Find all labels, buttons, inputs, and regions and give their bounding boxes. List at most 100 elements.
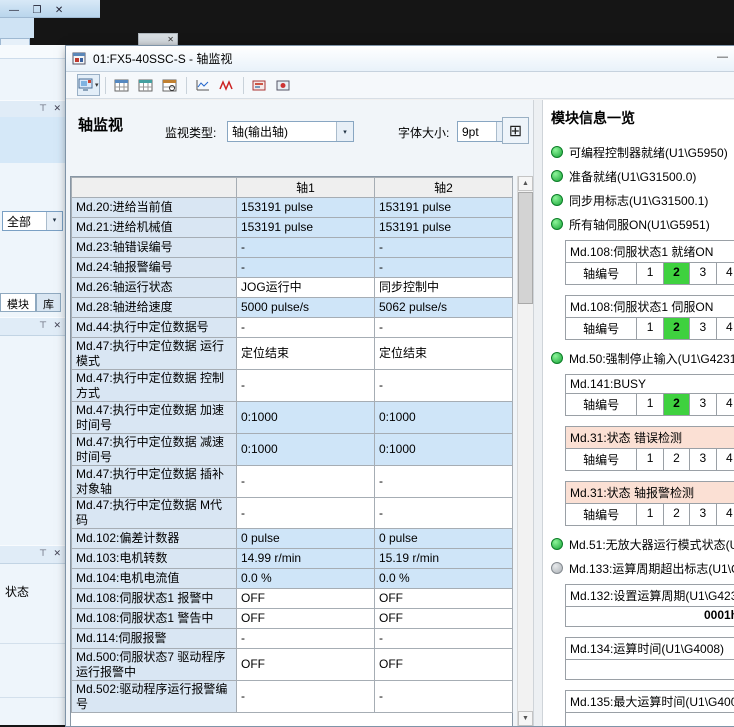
axis2-value: - (375, 318, 513, 338)
row-label: Md.47:执行中定位数据 运行模式 (72, 338, 237, 370)
axis-status-box: Md.108:伺服状态1 就绪ON轴编号1234 (565, 240, 734, 285)
axis-status-box: Md.108:伺服状态1 伺服ON轴编号1234 (565, 295, 734, 340)
vertical-scrollbar[interactable]: ▲ ▼ (517, 176, 533, 726)
toolbar-separator (105, 77, 106, 94)
status-panel-label: 状态 (5, 583, 29, 600)
row-label: Md.26:轴运行状态 (72, 278, 237, 298)
pin-icon[interactable]: ⊤ (39, 320, 47, 331)
servo-amp-button[interactable] (249, 74, 271, 96)
axis-number-header: 轴编号 (566, 504, 637, 525)
axis-cell-1: 1 (637, 263, 663, 284)
minimize-icon[interactable]: — (9, 5, 19, 16)
module-status-item: 所有轴伺服ON(U1\G5951) (551, 216, 734, 232)
row-label: Md.47:执行中定位数据 控制方式 (72, 370, 237, 402)
toolbar-separator (243, 77, 244, 94)
close-icon[interactable]: ✕ (53, 103, 61, 114)
restore-icon[interactable]: ❐ (32, 5, 41, 16)
axis1-value: 0:1000 (237, 434, 375, 466)
tab-module[interactable]: 模块 (0, 293, 36, 312)
close-icon[interactable]: ✕ (167, 35, 174, 44)
value-box-title: Md.134:运算时间(U1\G4008) (565, 637, 734, 660)
axis-cell-2: 2 (664, 394, 690, 415)
axis1-value: 0:1000 (237, 402, 375, 434)
status-item-label: Md.51:无放大器运行模式状态(U1\G (569, 536, 734, 553)
table-row: Md.44:执行中定位数据号-- (72, 318, 513, 338)
axis-status-box: Md.31:状态 错误检测轴编号1234 (565, 426, 734, 471)
axis2-value: 0:1000 (375, 434, 513, 466)
toolbar-separator (186, 77, 187, 94)
chevron-down-icon[interactable]: ▾ (46, 212, 62, 230)
table-row: Md.26:轴运行状态JOG运行中同步控制中 (72, 278, 513, 298)
axis2-value: 5062 pulse/s (375, 298, 513, 318)
axis2-value: 0 pulse (375, 529, 513, 549)
detail-monitor-button[interactable] (159, 74, 181, 96)
minimize-icon[interactable]: — (717, 51, 728, 63)
monitor-toolbar: ▾ (66, 72, 734, 99)
axis-cell-2: 2 (664, 263, 690, 284)
axis2-value: 153191 pulse (375, 218, 513, 238)
scroll-up-button[interactable]: ▲ (518, 176, 533, 191)
divider (0, 697, 65, 698)
row-label: Md.103:电机转数 (72, 549, 237, 569)
close-icon[interactable]: ✕ (55, 5, 63, 16)
pin-icon[interactable]: ⊤ (39, 103, 47, 114)
grid-icon: ⊞ (509, 121, 522, 141)
value-box-value (565, 660, 734, 680)
graph-monitor-button[interactable] (192, 74, 214, 96)
row-label: Md.47:执行中定位数据 加速时间号 (72, 402, 237, 434)
axis1-value: 153191 pulse (237, 218, 375, 238)
column-header-axis2: 轴2 (375, 178, 513, 198)
status-item-label: Md.50:强制停止输入(U1\G4231) (569, 350, 734, 367)
row-label: Md.102:偏差计数器 (72, 529, 237, 549)
axis2-value: - (375, 498, 513, 529)
table-row: Md.108:伺服状态1 警告中OFFOFF (72, 609, 513, 629)
axis-cell-3: 3 (690, 394, 716, 415)
close-icon[interactable]: ✕ (53, 320, 61, 331)
axis-number-row: 轴编号1234 (565, 263, 734, 285)
waveform-trace-button[interactable] (216, 74, 238, 96)
scrollbar-thumb[interactable] (518, 192, 533, 304)
value-box-value (565, 713, 734, 726)
row-label: Md.28:轴进给速度 (72, 298, 237, 318)
monitor-toggle-button[interactable]: ▾ (77, 74, 100, 96)
row-label: Md.44:执行中定位数据号 (72, 318, 237, 338)
window-icon (72, 52, 87, 66)
axis1-value: OFF (237, 589, 375, 609)
axis2-value: 153191 pulse (375, 198, 513, 218)
axis-cell-3: 3 (690, 263, 716, 284)
tab-library[interactable]: 库 (36, 293, 61, 312)
axis1-value: 153191 pulse (237, 198, 375, 218)
row-label: Md.47:执行中定位数据 M代码 (72, 498, 237, 529)
background-window-titlebar: — ❐ ✕ (0, 0, 100, 18)
table-row: Md.24:轴报警编号-- (72, 258, 513, 278)
axis1-value: - (237, 370, 375, 402)
chevron-down-icon: ▾ (95, 81, 99, 89)
axis-cell-3: 3 (690, 318, 716, 339)
record-monitor-button[interactable] (273, 74, 295, 96)
monitor-type-dropdown[interactable]: 轴(输出轴) ▾ (227, 121, 354, 142)
dock-selection-block (0, 117, 65, 163)
axis2-value: - (375, 466, 513, 498)
axis2-value: OFF (375, 589, 513, 609)
detail-monitor-icon (162, 79, 177, 92)
table-row: Md.47:执行中定位数据 插补对象轴-- (72, 466, 513, 498)
axis-monitor-button[interactable] (111, 74, 133, 96)
close-icon[interactable]: ✕ (53, 548, 61, 559)
table-layout-button[interactable]: ⊞ (502, 117, 529, 144)
pin-icon[interactable]: ⊤ (39, 548, 47, 559)
scroll-down-button[interactable]: ▼ (518, 711, 533, 726)
element-filter-dropdown[interactable]: 全部 ▾ (2, 211, 63, 231)
axis-box-title: Md.31:状态 错误检测 (565, 426, 734, 449)
status-item-label: 可编程控制器就绪(U1\G5950) (569, 144, 728, 161)
pane-splitter[interactable] (533, 100, 543, 726)
axis-number-header: 轴编号 (566, 449, 637, 470)
table-row: Md.500:伺服状态7 驱动程序运行报警中OFFOFF (72, 649, 513, 681)
table-row: Md.108:伺服状态1 报警中OFFOFF (72, 589, 513, 609)
chevron-down-icon[interactable]: ▾ (336, 122, 353, 141)
row-label: Md.108:伺服状态1 报警中 (72, 589, 237, 609)
axis-number-header: 轴编号 (566, 263, 637, 284)
group-monitor-button[interactable] (135, 74, 157, 96)
value-box-value: 0001h (565, 607, 734, 627)
left-dock-strip: ⊤ ✕ 全部 ▾ 模块 库 ⊤ ✕ ⊤ ✕ 状态 (0, 45, 66, 725)
table-row: Md.102:偏差计数器0 pulse0 pulse (72, 529, 513, 549)
